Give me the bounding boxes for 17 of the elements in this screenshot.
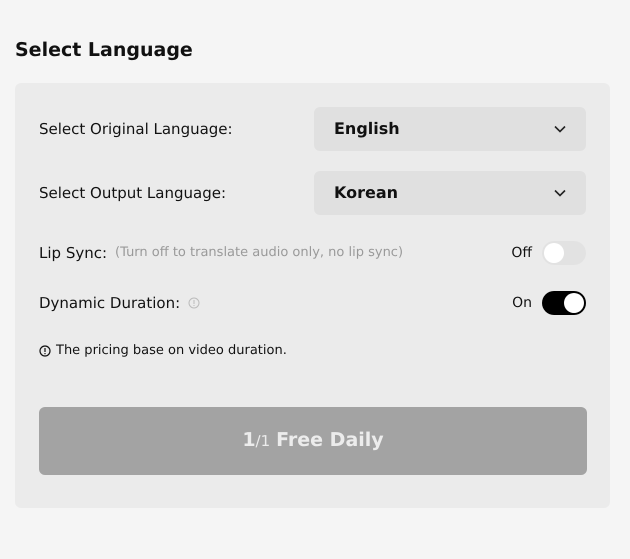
language-dropdown[interactable]: English <box>314 107 586 151</box>
toggle-label: Lip Sync: <box>39 242 108 264</box>
toggle-hint: (Turn off to translate audio only, no lip sync) <box>115 244 404 262</box>
toggle-state: On <box>512 294 532 312</box>
toggle-switch[interactable] <box>542 291 586 315</box>
toggle-switch[interactable] <box>542 241 586 265</box>
toggle-label: Dynamic Duration: <box>39 292 180 314</box>
chevron-down-icon <box>554 125 566 133</box>
info-icon <box>39 344 51 357</box>
chevron-down-icon <box>554 189 566 197</box>
pricing-note: The pricing base on video duration. <box>56 342 287 360</box>
field-label: Select Original Language: <box>39 118 233 140</box>
language-dropdown[interactable]: Korean <box>314 171 586 215</box>
field-label: Select Output Language: <box>39 182 226 204</box>
section-title: Select Language <box>15 38 193 62</box>
toggle-state: Off <box>511 244 532 262</box>
info-icon <box>188 297 200 309</box>
